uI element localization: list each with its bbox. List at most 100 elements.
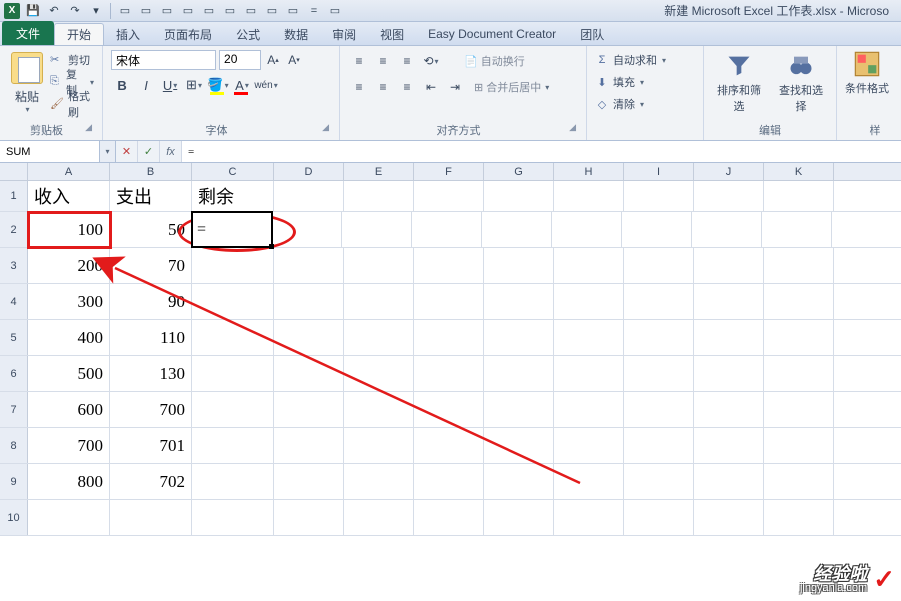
cell[interactable] <box>624 356 694 391</box>
cell[interactable] <box>484 464 554 499</box>
cell[interactable] <box>482 212 552 247</box>
col-header-a[interactable]: A <box>28 163 110 180</box>
cell[interactable] <box>344 320 414 355</box>
cell[interactable] <box>624 248 694 283</box>
tab-home[interactable]: 开始 <box>54 23 104 45</box>
cell[interactable] <box>484 428 554 463</box>
cell[interactable] <box>412 212 482 247</box>
find-select-button[interactable]: 查找和选择 <box>774 50 828 120</box>
cell[interactable] <box>694 284 764 319</box>
cell-c4[interactable] <box>192 284 274 319</box>
orientation-button[interactable]: ⟲▾ <box>420 50 442 72</box>
border-button[interactable]: ⊞▾ <box>183 74 205 96</box>
cell[interactable] <box>484 392 554 427</box>
cell[interactable] <box>484 181 554 211</box>
qat-btn-10[interactable]: = <box>305 2 323 20</box>
align-left-button[interactable]: ≡ <box>348 76 370 98</box>
cell[interactable] <box>764 284 834 319</box>
col-header-e[interactable]: E <box>344 163 414 180</box>
qat-new-icon[interactable]: ▭ <box>116 2 134 20</box>
align-bottom-button[interactable]: ≡ <box>396 50 418 72</box>
row-header[interactable]: 7 <box>0 392 28 427</box>
tab-data[interactable]: 数据 <box>272 23 320 45</box>
cell[interactable] <box>274 356 344 391</box>
select-all-corner[interactable] <box>0 163 28 180</box>
wrap-text-button[interactable]: 📄自动换行 <box>458 51 531 71</box>
cell[interactable] <box>344 392 414 427</box>
cell[interactable] <box>414 284 484 319</box>
qat-open-icon[interactable]: ▭ <box>137 2 155 20</box>
tab-review[interactable]: 审阅 <box>320 23 368 45</box>
cell-c10[interactable] <box>192 500 274 535</box>
underline-button[interactable]: U▾ <box>159 74 181 96</box>
cell[interactable] <box>274 464 344 499</box>
qat-dropdown-icon[interactable]: ▾ <box>87 2 105 20</box>
dialog-launcher-icon[interactable]: ◢ <box>85 122 92 133</box>
cell-b9[interactable]: 702 <box>110 464 192 499</box>
cell[interactable] <box>414 464 484 499</box>
cell-b4[interactable]: 90 <box>110 284 192 319</box>
col-header-f[interactable]: F <box>414 163 484 180</box>
tab-team[interactable]: 团队 <box>568 23 616 45</box>
cell[interactable] <box>554 320 624 355</box>
cell[interactable] <box>694 320 764 355</box>
cell[interactable] <box>764 464 834 499</box>
row-header[interactable]: 9 <box>0 464 28 499</box>
col-header-c[interactable]: C <box>192 163 274 180</box>
cell[interactable] <box>764 320 834 355</box>
cell[interactable] <box>764 392 834 427</box>
cell[interactable] <box>274 320 344 355</box>
cell-a7[interactable]: 600 <box>28 392 110 427</box>
align-top-button[interactable]: ≡ <box>348 50 370 72</box>
font-size-select[interactable]: 20 <box>219 50 261 70</box>
save-icon[interactable]: 💾 <box>24 2 42 20</box>
enter-formula-icon[interactable]: ✓ <box>138 141 160 162</box>
cell[interactable] <box>272 212 342 247</box>
col-header-k[interactable]: K <box>764 163 834 180</box>
cell[interactable] <box>694 428 764 463</box>
cell[interactable] <box>624 428 694 463</box>
cell-b1[interactable]: 支出 <box>110 181 192 211</box>
cell[interactable] <box>624 464 694 499</box>
cell[interactable] <box>764 248 834 283</box>
cell-c5[interactable] <box>192 320 274 355</box>
cell[interactable] <box>554 464 624 499</box>
cell[interactable] <box>274 181 344 211</box>
col-header-d[interactable]: D <box>274 163 344 180</box>
cell-a5[interactable]: 400 <box>28 320 110 355</box>
row-header[interactable]: 3 <box>0 248 28 283</box>
name-box[interactable]: SUM <box>0 141 100 162</box>
cell-c7[interactable] <box>192 392 274 427</box>
cell-b2[interactable]: 50 <box>110 212 192 247</box>
cell[interactable] <box>552 212 622 247</box>
row-header[interactable]: 6 <box>0 356 28 391</box>
cell-b7[interactable]: 700 <box>110 392 192 427</box>
cell[interactable] <box>624 320 694 355</box>
dialog-launcher-icon[interactable]: ◢ <box>569 122 576 133</box>
cell-a4[interactable]: 300 <box>28 284 110 319</box>
cell[interactable] <box>694 464 764 499</box>
cell[interactable] <box>762 212 832 247</box>
fill-color-button[interactable]: 🪣▾ <box>207 74 229 96</box>
decrease-indent-button[interactable]: ⇤ <box>420 76 442 98</box>
dialog-launcher-icon[interactable]: ◢ <box>322 122 329 133</box>
increase-indent-button[interactable]: ⇥ <box>444 76 466 98</box>
cell-c8[interactable] <box>192 428 274 463</box>
cell-a3[interactable]: 200 <box>28 248 110 283</box>
align-right-button[interactable]: ≡ <box>396 76 418 98</box>
cell[interactable] <box>624 392 694 427</box>
cell[interactable] <box>344 356 414 391</box>
cell[interactable] <box>484 356 554 391</box>
qat-btn-4[interactable]: ▭ <box>179 2 197 20</box>
cell[interactable] <box>764 500 834 535</box>
cell[interactable] <box>554 284 624 319</box>
qat-btn-11[interactable]: ▭ <box>326 2 344 20</box>
format-painter-button[interactable]: 🖌格式刷 <box>50 94 94 114</box>
font-name-select[interactable]: 宋体 <box>111 50 216 70</box>
qat-btn-3[interactable]: ▭ <box>158 2 176 20</box>
col-header-g[interactable]: G <box>484 163 554 180</box>
cell[interactable] <box>344 428 414 463</box>
qat-btn-7[interactable]: ▭ <box>242 2 260 20</box>
cell[interactable] <box>274 284 344 319</box>
cell-b10[interactable] <box>110 500 192 535</box>
